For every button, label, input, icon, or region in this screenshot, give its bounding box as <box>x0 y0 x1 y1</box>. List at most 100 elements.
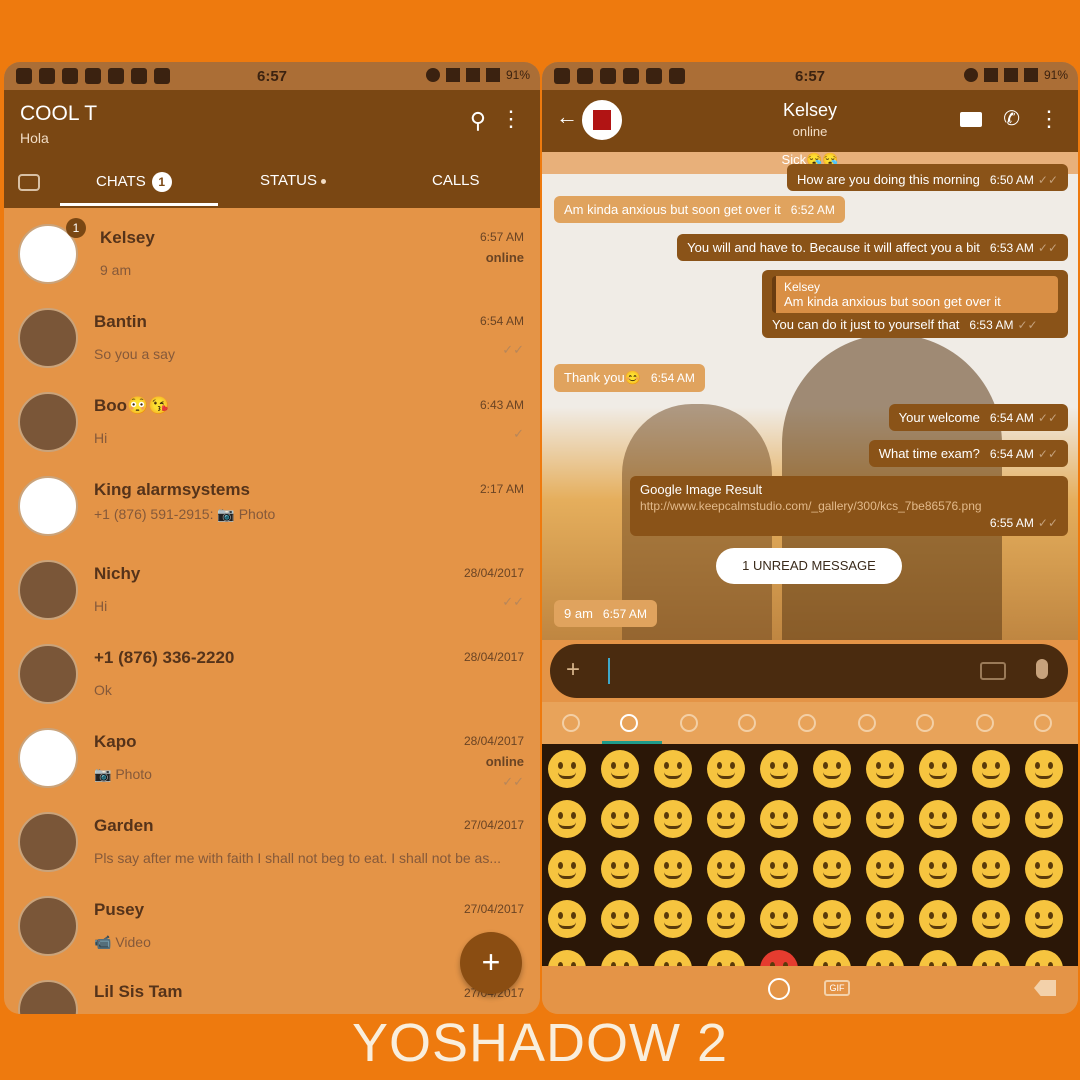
emoji-key[interactable] <box>601 900 639 938</box>
keyboard-icon[interactable] <box>980 662 1006 680</box>
search-icon[interactable]: ⚲ <box>470 108 486 134</box>
emoji-key[interactable] <box>548 950 586 966</box>
backspace-icon[interactable] <box>1034 980 1056 996</box>
message-out-link[interactable]: Google Image Result http://www.keepcalms… <box>630 476 1068 536</box>
emoji-key[interactable] <box>813 850 851 888</box>
emoji-key[interactable] <box>866 800 904 838</box>
emoji-key[interactable] <box>972 800 1010 838</box>
camera-icon[interactable] <box>18 174 40 191</box>
emoji-key[interactable] <box>760 750 798 788</box>
emoji-key[interactable] <box>760 850 798 888</box>
message-out[interactable]: How are you doing this morning 6:50 AM ✓✓ <box>787 164 1068 191</box>
more-options-icon[interactable]: ⋮ <box>1038 106 1060 132</box>
chat-row-pusey[interactable]: Pusey 📹 Video 27/04/2017 <box>4 882 540 966</box>
emoji-key[interactable] <box>601 800 639 838</box>
chat-row-nichy[interactable]: Nichy Hi 28/04/2017 ✓✓ <box>4 546 540 630</box>
emoji-key[interactable] <box>1025 900 1063 938</box>
symbols-icon[interactable] <box>976 714 994 732</box>
chat-row-bantin[interactable]: Bantin So you a say 6:54 AM ✓✓ <box>4 294 540 378</box>
emoji-key[interactable] <box>707 950 745 966</box>
new-chat-button[interactable]: + <box>460 932 522 994</box>
message-out[interactable]: What time exam? 6:54 AM ✓✓ <box>868 440 1068 467</box>
emoji-key[interactable] <box>1025 950 1063 966</box>
contact-name[interactable]: Kelsey <box>542 100 1078 121</box>
tab-calls[interactable]: CALLS <box>432 172 480 189</box>
tab-chats[interactable]: CHATS 1 <box>96 172 172 192</box>
emoji-key[interactable] <box>654 750 692 788</box>
message-out-reply[interactable]: Kelsey Am kinda anxious but soon get ove… <box>762 270 1068 338</box>
emoji-key[interactable] <box>548 800 586 838</box>
emoji-key[interactable] <box>813 900 851 938</box>
emoji-key[interactable] <box>760 900 798 938</box>
car-icon[interactable] <box>858 714 876 732</box>
emoji-key[interactable] <box>707 800 745 838</box>
emoji-key[interactable] <box>707 750 745 788</box>
message-in[interactable]: 9 am 6:57 AM <box>554 600 657 627</box>
message-in[interactable]: Am kinda anxious but soon get over it 6:5… <box>554 196 845 223</box>
message-out[interactable]: Your welcome 6:54 AM ✓✓ <box>888 404 1068 431</box>
emoji-key[interactable] <box>866 900 904 938</box>
emoji-key[interactable] <box>919 950 957 966</box>
video-call-icon[interactable] <box>960 112 982 127</box>
emoji-key[interactable] <box>654 800 692 838</box>
animals-icon[interactable] <box>680 714 698 732</box>
emoji-key[interactable] <box>760 800 798 838</box>
emoji-key[interactable] <box>601 850 639 888</box>
emoji-key[interactable] <box>707 850 745 888</box>
emoji-key[interactable] <box>972 750 1010 788</box>
more-options-icon[interactable]: ⋮ <box>500 106 522 132</box>
food-cup-icon[interactable] <box>738 714 756 732</box>
emoji-key[interactable] <box>1025 800 1063 838</box>
emoji-key[interactable] <box>919 750 957 788</box>
emoji-key[interactable] <box>919 800 957 838</box>
attach-plus-icon[interactable]: + <box>566 656 580 684</box>
emoji-key[interactable] <box>919 900 957 938</box>
quoted-message[interactable]: Kelsey Am kinda anxious but soon get ove… <box>772 276 1058 313</box>
emoji-key[interactable] <box>972 850 1010 888</box>
emoji-key[interactable] <box>972 900 1010 938</box>
emoji-key[interactable] <box>813 750 851 788</box>
emoji-key[interactable] <box>707 900 745 938</box>
read-ticks-icon: ✓ <box>513 426 524 441</box>
emoji-key[interactable] <box>866 950 904 966</box>
emoji-key[interactable] <box>654 850 692 888</box>
emoji-key[interactable] <box>813 800 851 838</box>
message-input[interactable]: + <box>550 644 1068 698</box>
emoji-smile-icon[interactable] <box>768 978 790 1000</box>
emoji-key[interactable] <box>548 900 586 938</box>
chat-row-boo[interactable]: Boo😳😘 Hi 6:43 AM ✓ <box>4 378 540 462</box>
chat-row-kapo[interactable]: Kapo 📷 Photo 28/04/2017 online ✓✓ <box>4 714 540 798</box>
gif-button[interactable]: GIF <box>824 980 850 996</box>
emoji-key[interactable] <box>866 850 904 888</box>
avatar <box>18 308 78 368</box>
emoji-key[interactable] <box>601 750 639 788</box>
emoji-key[interactable] <box>601 950 639 966</box>
flag-icon[interactable] <box>1034 714 1052 732</box>
emoji-key[interactable] <box>760 950 798 966</box>
emoji-key[interactable] <box>972 950 1010 966</box>
tab-status[interactable]: STATUS <box>260 172 326 189</box>
emoji-key[interactable] <box>654 900 692 938</box>
emoji-key[interactable] <box>813 950 851 966</box>
emoji-key[interactable] <box>654 950 692 966</box>
microphone-icon[interactable] <box>1036 659 1048 679</box>
chat-row-garden[interactable]: Garden Pls say after me with faith I sha… <box>4 798 540 882</box>
chat-row-phone-number[interactable]: +1 (876) 336-2220 Ok 28/04/2017 <box>4 630 540 714</box>
lightbulb-icon[interactable] <box>916 714 934 732</box>
chat-row-lil-sis-tam[interactable]: Lil Sis Tam 27/04/2017 <box>4 966 540 1014</box>
emoji-key[interactable] <box>1025 850 1063 888</box>
chat-row-kelsey[interactable]: 1 Kelsey 9 am 6:57 AM online <box>4 210 540 294</box>
message-out[interactable]: You will and have to. Because it will af… <box>677 234 1068 261</box>
recent-clock-icon[interactable] <box>562 714 580 732</box>
smileys-icon[interactable] <box>620 714 638 732</box>
emoji-key[interactable] <box>548 750 586 788</box>
emoji-key[interactable] <box>919 850 957 888</box>
voice-call-icon[interactable]: ✆ <box>1003 106 1020 131</box>
link-url[interactable]: http://www.keepcalmstudio.com/_gallery/3… <box>640 499 1058 513</box>
chat-row-king-alarmsystems[interactable]: King alarmsystems +1 (876) 591-2915: 📷 P… <box>4 462 540 546</box>
emoji-key[interactable] <box>866 750 904 788</box>
message-in[interactable]: Thank you😊 6:54 AM <box>554 364 705 392</box>
emoji-key[interactable] <box>548 850 586 888</box>
emoji-key[interactable] <box>1025 750 1063 788</box>
sports-ball-icon[interactable] <box>798 714 816 732</box>
